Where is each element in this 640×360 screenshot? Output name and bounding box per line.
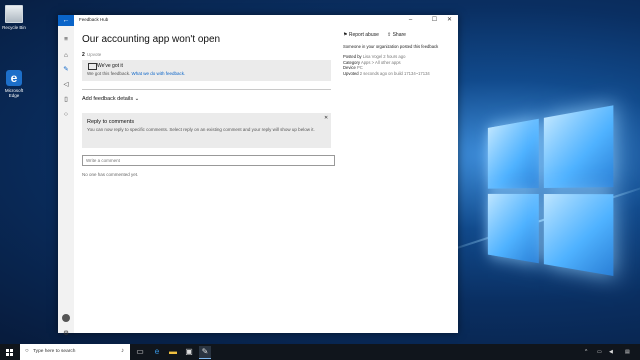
store-icon[interactable]: ▣ (183, 346, 195, 358)
reply-text: You can now reply to specific comments. … (87, 127, 315, 132)
meta-device: Device PC (343, 65, 363, 70)
status-title: We've got it (97, 63, 123, 69)
close-button[interactable]: ✕ (441, 15, 458, 26)
task-view-icon[interactable]: ▭ (134, 346, 146, 358)
meta-label: Upvoted (343, 70, 359, 76)
recycle-bin-icon (5, 5, 23, 23)
edge-icon: e (6, 70, 22, 86)
search-icon: ○ (25, 348, 29, 354)
microphone-icon[interactable]: ♪ (121, 348, 124, 354)
organization-note: Someone in your organization posted this… (343, 44, 439, 49)
reply-info-box: Reply to comments You can now reply to s… (82, 113, 331, 148)
reply-title: Reply to comments (87, 119, 135, 125)
upvote-button[interactable]: Upvote (87, 52, 101, 57)
share-label: Share (392, 32, 406, 38)
taskbar-search[interactable]: ○ Type here to search ♪ (20, 344, 130, 360)
edge-icon[interactable]: e (151, 346, 163, 358)
announcements-icon[interactable]: ◁ (62, 81, 70, 89)
meta-upvoted: Upvoted 2 seconds ago on build 17134~171… (343, 71, 430, 76)
feedback-hub-window: ← Feedback Hub – ☐ ✕ ≡ ⌂ ✎ ◁ ▯ ○ ⚙ Our a… (58, 15, 458, 337)
divider (82, 89, 331, 90)
close-icon[interactable]: ✕ (324, 115, 328, 121)
minimize-button[interactable]: – (402, 15, 419, 26)
file-explorer-icon[interactable]: ▬ (167, 346, 179, 358)
feedback-icon[interactable]: ✎ (62, 66, 70, 74)
settings-icon[interactable]: ⚙ (62, 330, 70, 338)
meta-value: 2 seconds ago on build 17134~17134 (359, 70, 430, 76)
notifications-icon[interactable]: ▤ (625, 349, 630, 355)
status-icon (88, 63, 97, 70)
start-button[interactable] (0, 344, 20, 360)
share-icon: ⇪ (387, 32, 392, 38)
meta-label: Device (343, 65, 356, 70)
chevron-up-icon[interactable]: ^ (585, 349, 587, 355)
add-details-label: Add feedback details (82, 96, 134, 102)
no-comments-text: No one has commented yet. (82, 172, 139, 177)
desktop-icon-recycle-bin[interactable]: Recycle Bin (0, 5, 28, 30)
page-title: Our accounting app won't open (82, 34, 221, 45)
profile-icon[interactable]: ○ (62, 111, 70, 119)
report-abuse-label: Report abuse (348, 32, 379, 38)
desktop-icon-edge[interactable]: e Microsoft Edge (0, 70, 28, 98)
status-box: We've got it We got this feedback. What … (82, 60, 331, 81)
status-message: We got this feedback. (87, 71, 131, 76)
search-placeholder: Type here to search (33, 349, 76, 354)
home-icon[interactable]: ⌂ (62, 52, 70, 60)
windows-logo (487, 104, 618, 281)
volume-icon[interactable]: ◀ (609, 349, 613, 355)
meta-value: Apps > All other apps (360, 59, 401, 65)
upvote-count: 2 (82, 52, 85, 58)
avatar[interactable] (62, 314, 70, 322)
share-button[interactable]: ⇪ Share (387, 32, 406, 38)
comment-input[interactable] (82, 155, 335, 166)
meta-value: Lisa Vogel 2 hours ago (362, 54, 406, 59)
left-nav: ≡ ⌂ ✎ ◁ ▯ ○ ⚙ (58, 26, 74, 337)
taskbar: ○ Type here to search ♪ ▭ e ▬ ▣ ✎ ^ ▭ ◀ … (0, 344, 640, 360)
desktop-icon-label: Recycle Bin (2, 25, 26, 30)
meta-label: Category (343, 59, 360, 65)
status-link[interactable]: What we do with feedback. (131, 71, 185, 76)
app-title: Feedback Hub (79, 17, 109, 22)
feedback-hub-taskbar-icon[interactable]: ✎ (199, 346, 211, 359)
chevron-down-icon: ⌄ (134, 96, 140, 102)
hamburger-icon[interactable]: ≡ (62, 36, 70, 44)
quests-icon[interactable]: ▯ (62, 96, 70, 104)
meta-label: Posted by (343, 54, 362, 59)
network-icon[interactable]: ▭ (597, 349, 602, 355)
add-details-expander[interactable]: Add feedback details ⌄ (82, 96, 139, 102)
back-button[interactable]: ← (58, 15, 74, 26)
meta-posted-by: Posted by Lisa Vogel 2 hours ago (343, 54, 405, 59)
meta-value: PC (356, 65, 363, 70)
status-text: We got this feedback. What we do with fe… (87, 71, 185, 76)
report-abuse-button[interactable]: ⚑ Report abuse (343, 32, 379, 38)
flag-icon: ⚑ (343, 32, 348, 38)
title-bar: ← Feedback Hub – ☐ ✕ (58, 15, 458, 26)
desktop-icon-label: Microsoft Edge (4, 88, 24, 98)
meta-category: Category Apps > All other apps (343, 60, 401, 65)
